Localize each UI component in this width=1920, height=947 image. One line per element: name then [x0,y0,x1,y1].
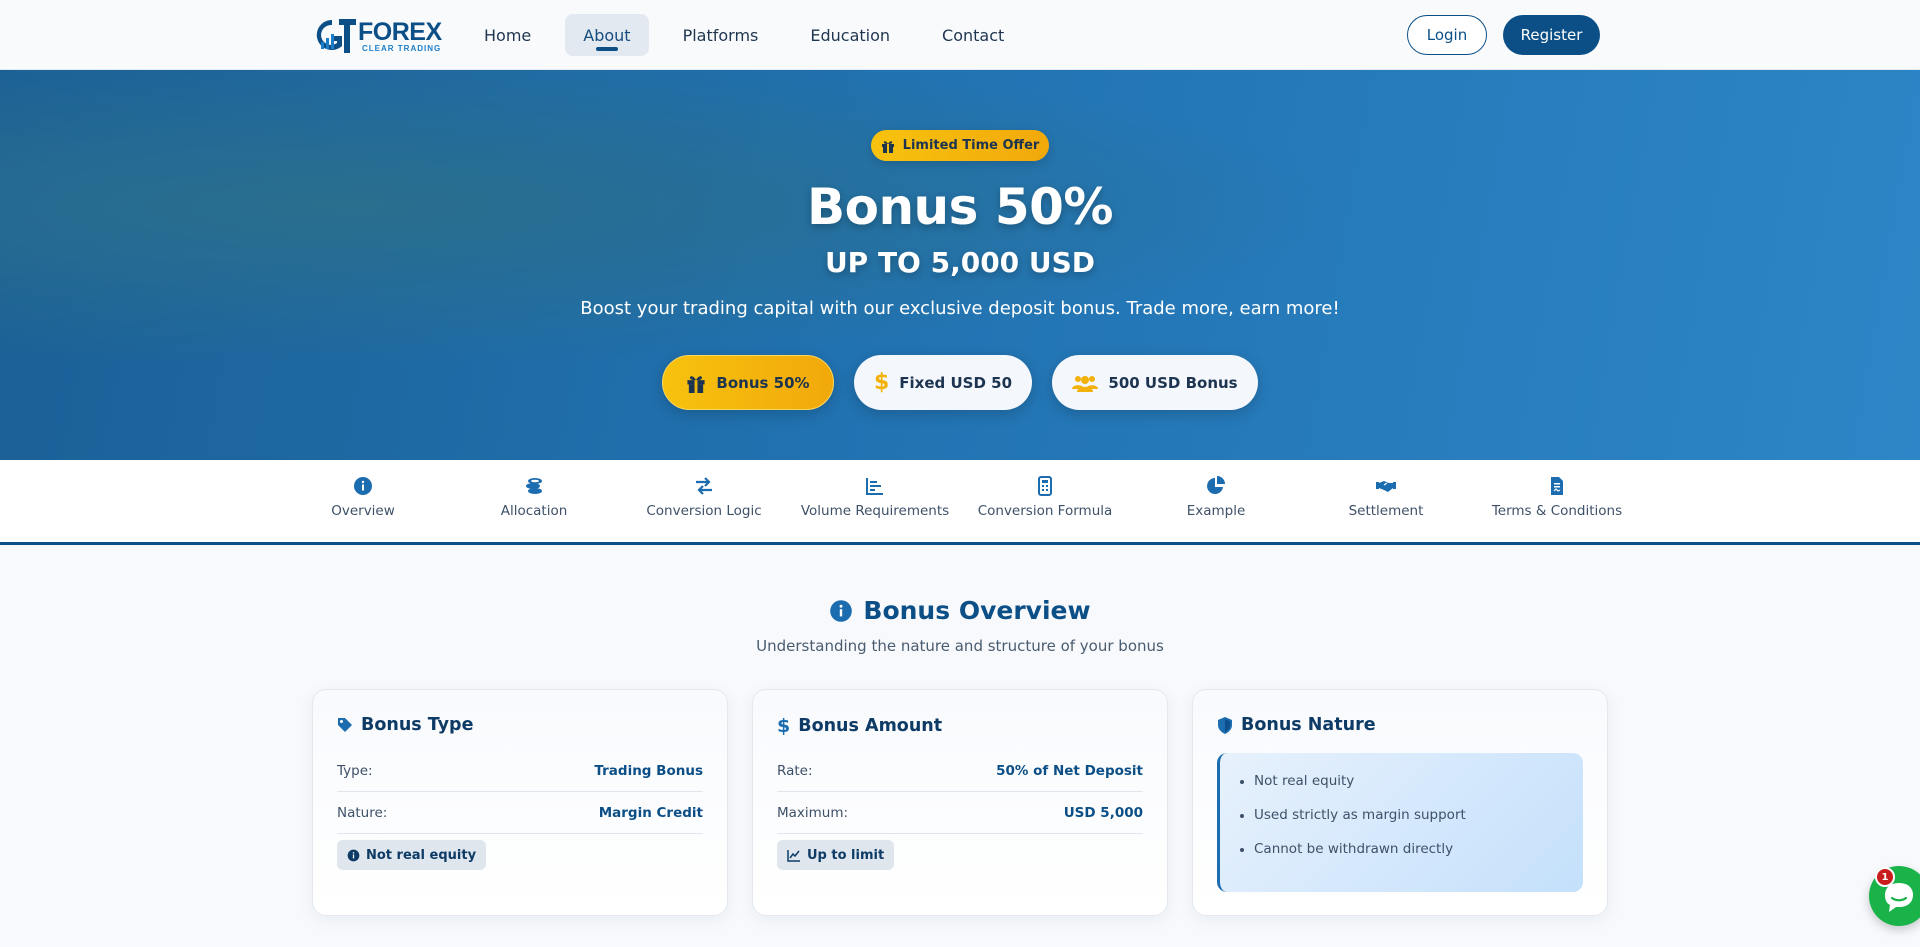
pill-label: Fixed USD 50 [899,373,1013,392]
chip-label: Not real equity [366,847,477,863]
nav-education[interactable]: Education [792,14,908,56]
logo-word: FOREX [358,18,442,46]
login-button[interactable]: Login [1407,15,1487,55]
exchange-icon [696,477,712,495]
overview-subtitle: Understanding the nature and structure o… [756,637,1164,655]
gt-logo-icon [316,19,356,53]
pill-label: Bonus 50% [716,373,810,392]
chat-notification-badge: 1 [1875,867,1895,887]
info-circle-icon [354,477,372,495]
section-tabs: Overview Allocation Conversion Logic Vol… [0,460,1920,545]
tab-allocation[interactable]: Allocation [449,460,619,542]
bonus-nature-card: Bonus Nature Not real equity Used strict… [1192,689,1608,916]
register-button[interactable]: Register [1503,15,1600,55]
nav-about[interactable]: About [565,14,649,56]
site-header: FOREX CLEAR TRADING Home About Platforms… [0,0,1920,70]
overview-heading: Bonus Overview [0,596,1920,625]
nav-home[interactable]: Home [466,14,549,56]
tab-terms-conditions[interactable]: Terms & Conditions [1472,460,1642,542]
list-item: Not real equity [1240,773,1583,807]
tag-icon [338,718,352,732]
row-value: Trading Bonus [594,762,703,779]
dollar-icon: $ [873,370,890,395]
tab-label: Conversion Formula [977,503,1113,519]
row-value: 50% of Net Deposit [996,762,1143,779]
main-nav: Home About Platforms Education Contact [466,14,1038,56]
tab-label: Volume Requirements [800,503,950,519]
nav-contact[interactable]: Contact [924,14,1022,56]
bonus-type-card: Bonus Type Type: Trading Bonus Nature: M… [312,689,728,916]
tab-label: Terms & Conditions [1491,503,1623,519]
bonus-rate-row: Rate: 50% of Net Deposit [777,750,1143,792]
dollar-icon: $ [777,715,791,737]
tab-volume-requirements[interactable]: Volume Requirements [790,460,960,542]
users-icon [1072,375,1099,392]
calculator-icon [1038,476,1052,496]
tab-label: Allocation [500,503,568,519]
card-title: Bonus Type [361,715,474,735]
pill-label: 500 USD Bonus [1108,373,1238,392]
line-chart-icon [787,849,800,862]
tab-label: Example [1186,503,1246,519]
coins-icon [526,478,542,494]
500-usd-bonus-button[interactable]: 500 USD Bonus [1052,355,1258,410]
handshake-icon [1376,481,1396,492]
tab-example[interactable]: Example [1131,460,1301,542]
info-circle-icon [347,849,360,861]
tab-conversion-logic[interactable]: Conversion Logic [619,460,789,542]
tab-label: Settlement [1348,503,1424,519]
list-item: Used strictly as margin support [1240,807,1583,841]
bar-chart-icon [866,478,883,495]
row-key: Rate: [777,762,813,779]
fixed-usd-50-button[interactable]: $ Fixed USD 50 [854,355,1032,410]
card-header: $ Bonus Amount [777,715,942,737]
gift-icon [881,140,894,153]
tab-label: Overview [331,503,395,519]
gift-icon [687,375,705,393]
hero-banner: Limited Time Offer Bonus 50% UP TO 5,000… [0,70,1920,460]
bonus-type-row: Type: Trading Bonus [337,750,703,792]
bonus-50-button[interactable]: Bonus 50% [662,355,834,410]
file-contract-icon [1551,477,1563,495]
list-item: Cannot be withdrawn directly [1240,841,1583,875]
row-key: Nature: [337,804,388,821]
tab-conversion-formula[interactable]: Conversion Formula [960,460,1130,542]
hero-title: Bonus 50% [807,178,1114,236]
card-header: Bonus Type [337,715,473,735]
card-header: Bonus Nature [1217,715,1376,735]
chip-label: Up to limit [807,847,885,863]
row-key: Maximum: [777,804,849,821]
shield-icon [1218,716,1232,734]
pie-chart-icon [1207,476,1225,494]
tab-settlement[interactable]: Settlement [1301,460,1471,542]
card-title: Bonus Amount [798,716,943,736]
overview-title: Bonus Overview [863,596,1091,625]
card-title: Bonus Nature [1241,715,1376,735]
tab-overview[interactable]: Overview [278,460,448,542]
limited-offer-badge: Limited Time Offer [871,130,1049,161]
row-value: Margin Credit [598,804,703,821]
nature-list-box: Not real equity Used strictly as margin … [1217,753,1583,892]
row-key: Type: [337,762,373,779]
nav-platforms[interactable]: Platforms [665,14,777,56]
badge-label: Limited Time Offer [902,138,1040,153]
hero-subtitle: UP TO 5,000 USD [824,246,1096,279]
not-real-equity-chip: Not real equity [337,840,487,870]
hero-description: Boost your trading capital with our excl… [580,298,1340,319]
logo[interactable]: FOREX CLEAR TRADING [312,16,442,54]
nature-list: Not real equity Used strictly as margin … [1240,773,1583,875]
info-circle-icon [830,599,853,622]
bonus-nature-row: Nature: Margin Credit [337,792,703,834]
up-to-limit-chip: Up to limit [777,840,895,870]
bonus-maximum-row: Maximum: USD 5,000 [777,792,1143,834]
bonus-amount-card: $ Bonus Amount Rate: 50% of Net Deposit … [752,689,1168,916]
row-value: USD 5,000 [1063,804,1143,821]
logo-tagline: CLEAR TRADING [362,44,442,53]
tab-label: Conversion Logic [646,503,762,519]
